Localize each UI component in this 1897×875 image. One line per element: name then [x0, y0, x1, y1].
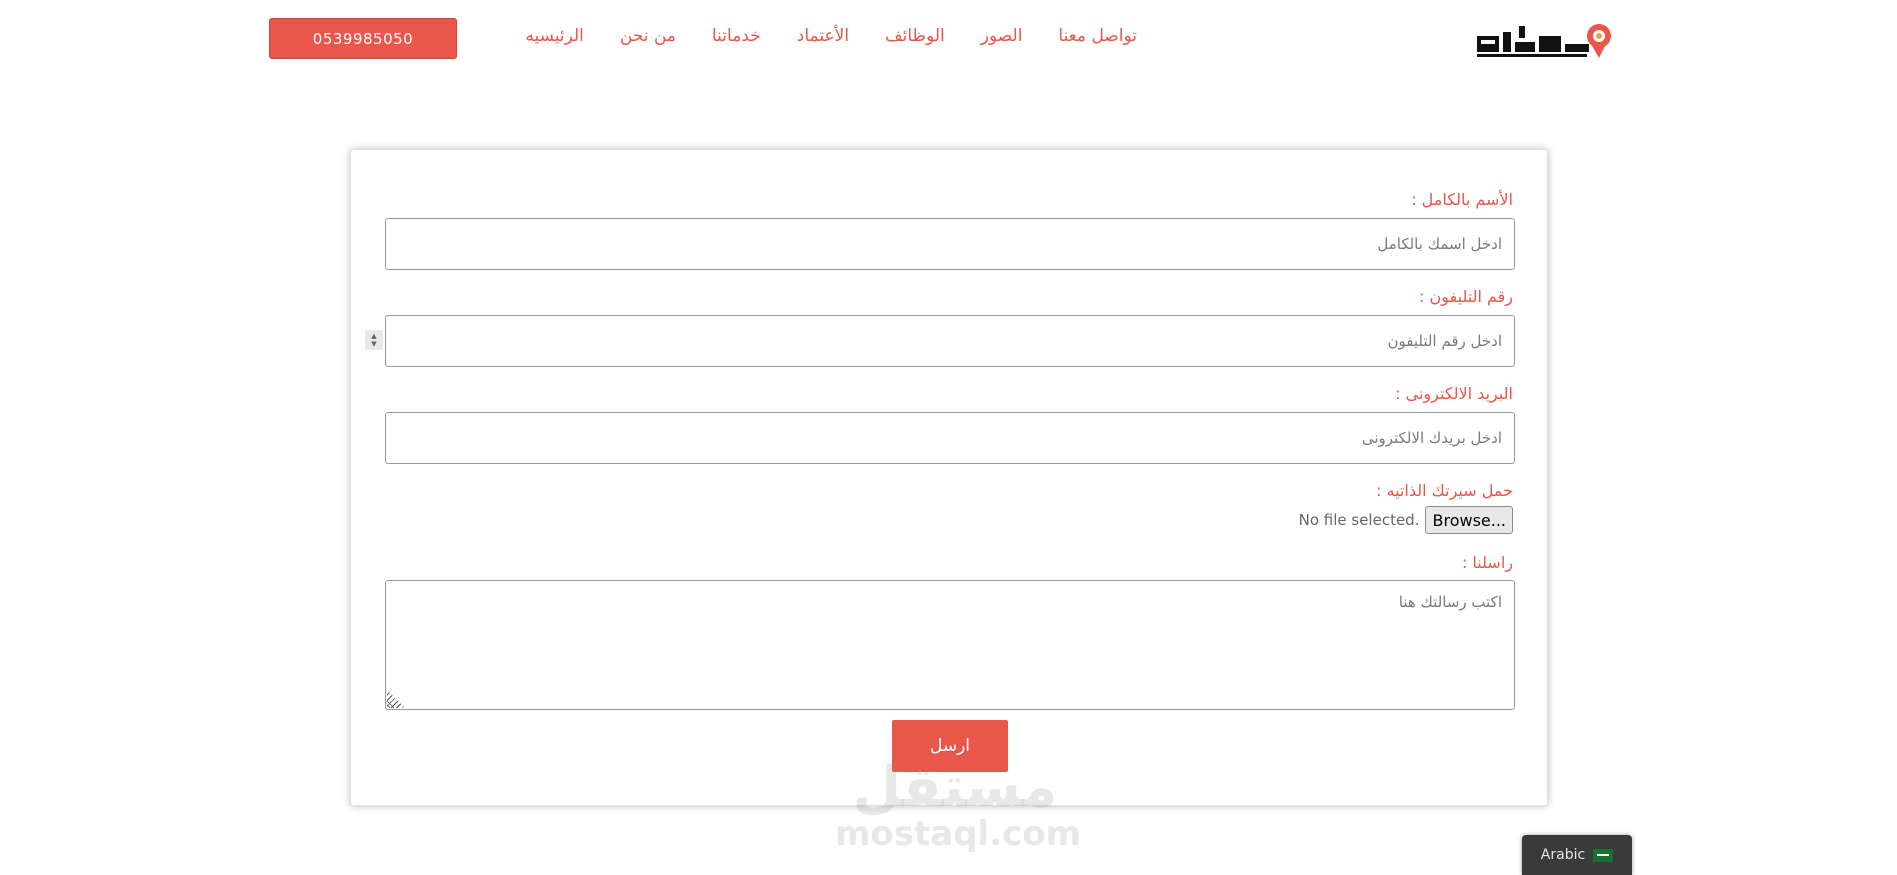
- main-nav: الرئيسيه من نحن خدماتنا الأعتماد الوظائف…: [525, 26, 1137, 46]
- phone-button[interactable]: 0539985050: [269, 18, 457, 59]
- file-status: No file selected.: [1298, 511, 1420, 529]
- saudi-flag-icon: [1593, 848, 1614, 862]
- phone-label: رقم التليفون :: [1419, 287, 1513, 306]
- watermark-arabic: مستقل: [852, 755, 1058, 820]
- email-label: البريد الالكترونى :: [1395, 384, 1513, 403]
- site-logo[interactable]: [1475, 18, 1613, 60]
- cv-label: حمل سيرتك الذاتيه :: [1376, 481, 1513, 500]
- chevron-up-icon[interactable]: ▲: [371, 332, 376, 340]
- nav-contact[interactable]: تواصل معنا: [1058, 26, 1137, 46]
- message-label: راسلنا :: [1461, 553, 1513, 572]
- browse-button[interactable]: Browse...: [1425, 506, 1513, 534]
- full-name-label: الأسم بالكامل :: [1411, 190, 1513, 209]
- phone-stepper[interactable]: ▲ ▼: [365, 330, 383, 350]
- application-form: الأسم بالكامل : رقم التليفون : ▲ ▼ البري…: [350, 149, 1548, 806]
- chevron-down-icon[interactable]: ▼: [371, 340, 376, 348]
- message-textarea[interactable]: [385, 580, 1515, 710]
- watermark: مستقل mostaql.com: [835, 755, 1082, 854]
- full-name-input[interactable]: [385, 218, 1515, 270]
- language-label: Arabic: [1540, 847, 1586, 863]
- phone-input[interactable]: [385, 315, 1515, 367]
- nav-accreditation[interactable]: الأعتماد: [797, 26, 849, 46]
- nav-home[interactable]: الرئيسيه: [525, 26, 584, 46]
- nav-jobs[interactable]: الوظائف: [885, 26, 945, 46]
- nav-gallery[interactable]: الصور: [981, 26, 1023, 46]
- email-input[interactable]: [385, 412, 1515, 464]
- nav-about[interactable]: من نحن: [620, 26, 676, 46]
- watermark-latin: mostaql.com: [835, 814, 1082, 854]
- cv-file-picker: No file selected. Browse...: [1299, 506, 1513, 534]
- language-switcher[interactable]: Arabic: [1522, 835, 1632, 875]
- nav-services[interactable]: خدماتنا: [712, 26, 761, 46]
- site-header: 0539985050 الرئيسيه من نحن خدماتنا الأعت…: [0, 0, 1897, 80]
